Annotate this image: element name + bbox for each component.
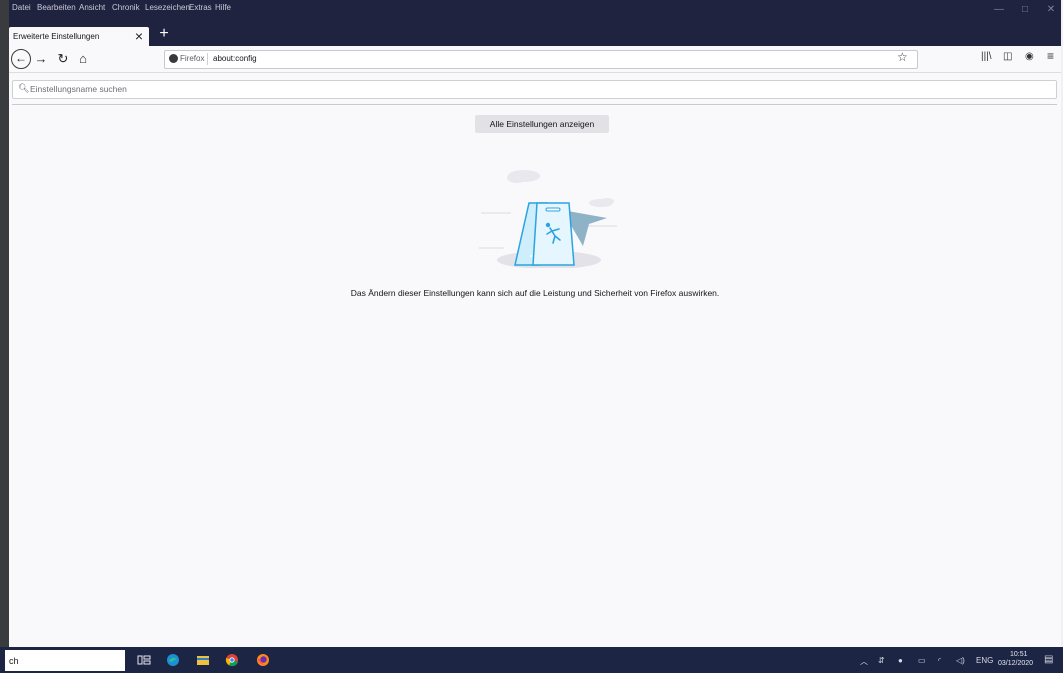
tab-strip: Erweiterte Einstellungen × + bbox=[9, 19, 1063, 46]
warning-illustration bbox=[479, 170, 617, 268]
menu-lesezeichen[interactable]: Lesezeichen bbox=[145, 3, 190, 12]
bookmark-star-icon[interactable]: ☆ bbox=[897, 50, 908, 64]
maximize-button[interactable]: □ bbox=[1013, 4, 1037, 15]
account-icon[interactable]: ◉ bbox=[1025, 51, 1034, 62]
back-button[interactable]: ← bbox=[11, 49, 31, 69]
menu-hilfe[interactable]: Hilfe bbox=[215, 3, 231, 12]
firefox-taskbar-icon[interactable] bbox=[256, 653, 270, 667]
identity-label: Firefox bbox=[180, 54, 205, 63]
warning-message: Das Ändern dieser Einstellungen kann sic… bbox=[350, 288, 720, 298]
notification-center-icon[interactable]: ▤ bbox=[1044, 654, 1053, 665]
firefox-window: Datei Bearbeiten Ansicht Chronik Lesezei… bbox=[0, 0, 1063, 673]
menu-datei[interactable]: Datei bbox=[12, 3, 31, 12]
clock-date[interactable]: 03/12/2020 bbox=[998, 660, 1033, 667]
firefox-icon bbox=[169, 54, 178, 63]
tray-security-icon[interactable]: ● bbox=[898, 656, 903, 665]
window-left-edge bbox=[0, 0, 9, 673]
show-all-preferences-button[interactable]: Alle Einstellungen anzeigen bbox=[475, 115, 609, 133]
reload-button[interactable]: ↻ bbox=[55, 49, 71, 69]
tray-volume-icon[interactable]: ◁) bbox=[956, 656, 965, 665]
navigation-toolbar: ← → ↻ ⌂ Firefox about:config ☆ |||\ ◫ ◉ … bbox=[9, 46, 1063, 73]
tray-network-icon[interactable]: ⇵ bbox=[878, 656, 885, 665]
taskbar-search-text: ch bbox=[9, 656, 19, 666]
windows-taskbar: ch ︿ ⇵ ● ▭ ◜ ◁) ENG 10:51 03/12/2020 ▤ bbox=[0, 647, 1063, 673]
search-icon: 🔍︎ bbox=[18, 83, 30, 93]
menu-extras[interactable]: Extras bbox=[189, 3, 212, 12]
menu-bar: Datei Bearbeiten Ansicht Chronik Lesezei… bbox=[9, 0, 1063, 19]
chrome-icon[interactable] bbox=[225, 653, 239, 667]
task-view-icon[interactable] bbox=[137, 653, 151, 667]
taskbar-search-box[interactable]: ch bbox=[5, 650, 125, 671]
tab-title: Erweiterte Einstellungen bbox=[13, 32, 100, 41]
edge-icon[interactable] bbox=[166, 653, 180, 667]
forward-button[interactable]: → bbox=[33, 49, 49, 69]
url-bar[interactable]: Firefox about:config ☆ bbox=[164, 50, 918, 69]
url-text[interactable]: about:config bbox=[213, 54, 257, 63]
tab-erweiterte-einstellungen[interactable]: Erweiterte Einstellungen × bbox=[9, 27, 149, 46]
library-icon[interactable]: |||\ bbox=[981, 51, 992, 62]
menu-chronik[interactable]: Chronik bbox=[112, 3, 140, 12]
tab-close-button[interactable]: × bbox=[135, 28, 143, 44]
preference-search-box[interactable]: 🔍︎ bbox=[12, 80, 1057, 99]
minimize-button[interactable]: — bbox=[987, 4, 1011, 15]
url-separator bbox=[207, 53, 208, 65]
preference-search-input[interactable] bbox=[30, 82, 1030, 96]
page-content: 🔍︎ Alle Eins bbox=[9, 73, 1061, 647]
menu-ansicht[interactable]: Ansicht bbox=[79, 3, 105, 12]
hamburger-menu-icon[interactable]: ≡ bbox=[1047, 49, 1054, 63]
tray-overflow-icon[interactable]: ︿ bbox=[860, 656, 868, 667]
close-window-button[interactable]: ✕ bbox=[1039, 4, 1063, 15]
tray-language[interactable]: ENG bbox=[976, 656, 993, 665]
menu-bearbeiten[interactable]: Bearbeiten bbox=[37, 3, 76, 12]
clock-time[interactable]: 10:51 bbox=[1010, 651, 1028, 658]
home-button[interactable]: ⌂ bbox=[75, 49, 91, 69]
file-explorer-icon[interactable] bbox=[196, 653, 210, 667]
tray-wifi-icon[interactable]: ◜ bbox=[938, 656, 941, 665]
sidebar-icon[interactable]: ◫ bbox=[1003, 51, 1012, 62]
divider bbox=[12, 104, 1057, 105]
tray-battery-icon[interactable]: ▭ bbox=[918, 656, 926, 665]
new-tab-button[interactable]: + bbox=[157, 25, 171, 43]
